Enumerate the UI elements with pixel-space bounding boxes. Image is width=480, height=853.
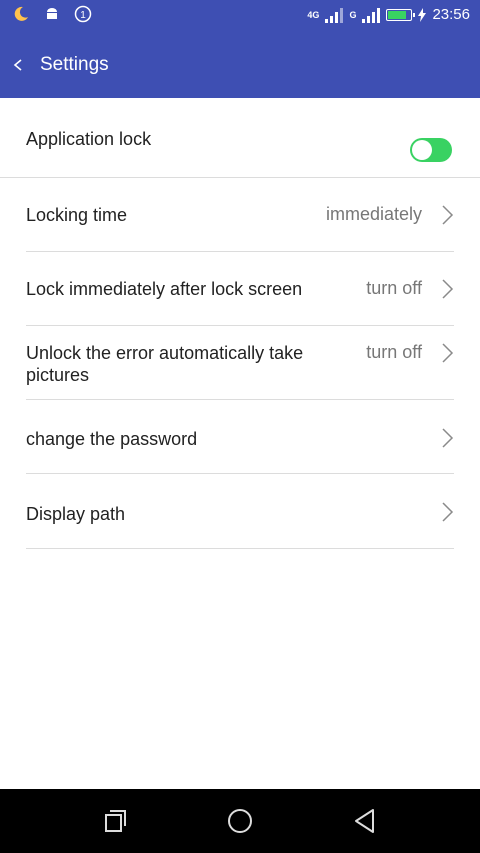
setting-label: Application lock: [26, 129, 152, 149]
back-icon[interactable]: [351, 807, 379, 835]
chevron-right-icon: [442, 205, 454, 225]
chevron-right-icon: [442, 428, 454, 448]
android-icon: [47, 8, 57, 19]
app-bar: Settings: [0, 32, 480, 98]
signal-4g-icon: [325, 7, 344, 23]
battery-icon: [386, 8, 416, 21]
network-type-g: G: [349, 9, 357, 20]
toggle-knob: [412, 140, 432, 160]
application-lock-toggle[interactable]: [410, 138, 452, 162]
info-circle-icon: 1: [74, 5, 92, 23]
setting-row-display-path[interactable]: Display path: [26, 474, 454, 549]
signal-g-icon: [362, 7, 381, 23]
moon-icon: [14, 6, 28, 21]
battery-level: [388, 10, 407, 19]
setting-label-line2: pictures: [26, 365, 90, 385]
charging-icon: [418, 7, 427, 22]
setting-row-lock-after-screen[interactable]: Lock immediately after lock screen turn …: [26, 252, 454, 326]
setting-label: Unlock the error automatically take: [26, 343, 304, 363]
navigation-bar: [0, 789, 480, 853]
setting-row-locking-time[interactable]: Locking time immediately: [26, 178, 454, 252]
chevron-right-icon: [442, 279, 454, 299]
recent-apps-icon[interactable]: [101, 807, 129, 835]
svg-text:1: 1: [80, 10, 86, 21]
setting-label: change the password: [26, 429, 198, 449]
status-indicators: 4G G 23:56: [307, 6, 470, 23]
settings-list: Application lock Locking time immediatel…: [0, 98, 480, 549]
notification-icons: 1: [12, 5, 92, 23]
home-icon[interactable]: [226, 807, 254, 835]
network-type-4g: 4G: [307, 9, 320, 20]
setting-label: Lock immediately after lock screen: [26, 279, 303, 299]
page-title: Settings: [40, 54, 109, 75]
setting-row-change-password[interactable]: change the password: [26, 400, 454, 474]
chevron-right-icon: [442, 343, 454, 363]
setting-row-error-pictures[interactable]: Unlock the error automatically take pict…: [26, 326, 454, 400]
chevron-right-icon: [442, 502, 454, 522]
back-chevron-icon[interactable]: [10, 52, 30, 78]
setting-value: immediately: [325, 204, 422, 224]
setting-row-application-lock: Application lock: [0, 98, 480, 178]
setting-value: turn off: [366, 342, 422, 362]
status-bar: 1 4G G 23:56: [0, 0, 480, 32]
setting-label: Display path: [26, 504, 126, 524]
clock: 23:56: [432, 6, 470, 23]
setting-label: Locking time: [26, 205, 128, 225]
setting-value: turn off: [366, 278, 422, 298]
